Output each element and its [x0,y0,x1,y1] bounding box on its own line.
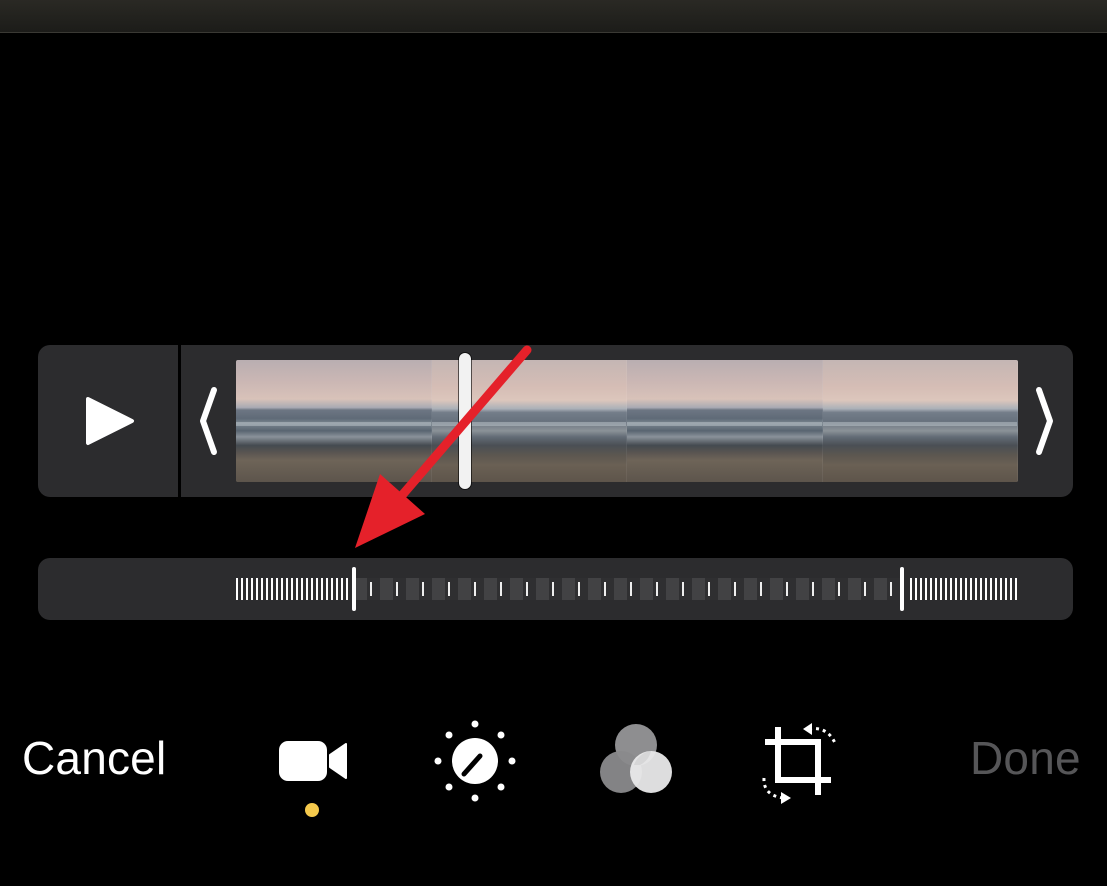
speed-tick [236,578,238,600]
slow-motion-end-handle[interactable] [900,567,904,611]
speed-tick [341,578,343,600]
speed-tick [604,582,606,596]
done-button[interactable]: Done [970,730,1081,786]
speed-tick [331,578,333,600]
speed-tick [370,582,372,596]
speed-tick [980,578,982,600]
speed-tick [930,578,932,600]
speed-tick [346,578,348,600]
speed-tick [396,582,398,596]
speed-tick [630,582,632,596]
speed-tick [578,582,580,596]
filmstrip-frame [627,360,823,482]
speed-tick [864,582,866,596]
speed-tick [734,582,736,596]
crop-rotate-icon [762,723,837,804]
speed-tick [286,578,288,600]
speed-tick [945,578,947,600]
filmstrip-frame [236,360,432,482]
speed-tick [241,578,243,600]
speed-tick [975,578,977,600]
speed-tick [326,578,328,600]
speed-tick [291,578,293,600]
tab-adjust[interactable] [432,718,518,804]
tab-crop[interactable] [757,718,843,804]
speed-track-band [354,578,900,600]
speed-tick [448,582,450,596]
speed-tick [940,578,942,600]
active-tool-indicator [305,803,319,817]
speed-tick [960,578,962,600]
play-button[interactable] [38,345,178,497]
speed-tick [812,582,814,596]
video-preview-edge [0,0,1107,33]
video-editor-screen: Cancel Done [0,0,1107,886]
speed-tick [316,578,318,600]
speed-tick [311,578,313,600]
speed-tick [256,578,258,600]
filters-circles-icon [600,724,672,793]
speed-tick [838,582,840,596]
speed-tick [935,578,937,600]
timeline-panel [38,345,1073,497]
speed-tick [925,578,927,600]
speed-tick [985,578,987,600]
speed-tick [526,582,528,596]
speed-tick [1005,578,1007,600]
speed-tick [990,578,992,600]
speed-tick [965,578,967,600]
speed-tick [301,578,303,600]
speed-tick [955,578,957,600]
chevron-left-icon [200,387,217,455]
speed-tick [246,578,248,600]
speed-tick [786,582,788,596]
tab-filters[interactable] [594,718,680,804]
slow-motion-start-handle[interactable] [352,567,356,611]
speed-tick [656,582,658,596]
speed-tick [1015,578,1017,600]
speed-tick [500,582,502,596]
speed-tick [915,578,917,600]
speed-tick [1000,578,1002,600]
speed-tick [910,578,912,600]
speed-tick [281,578,283,600]
speed-tick [995,578,997,600]
speed-tick [682,582,684,596]
speed-tick [552,582,554,596]
trim-left-handle[interactable] [195,385,221,457]
chevron-right-icon [1036,387,1053,455]
tab-video[interactable] [270,718,356,804]
filmstrip-frame [822,360,1018,482]
speed-tick [276,578,278,600]
speed-tick [474,582,476,596]
filmstrip[interactable] [236,360,1018,482]
panel-divider [178,345,181,497]
speed-tick [708,582,710,596]
speed-tick [336,578,338,600]
speed-tick [251,578,253,600]
trim-right-handle[interactable] [1032,385,1058,457]
speed-tick [266,578,268,600]
speed-tick [920,578,922,600]
playhead[interactable] [459,353,471,489]
adjust-dial-icon [434,720,516,802]
speed-tick [306,578,308,600]
speed-tick [1010,578,1012,600]
speed-track[interactable] [236,567,1020,611]
slow-motion-speed-bar[interactable] [38,558,1073,620]
speed-tick [422,582,424,596]
speed-tick [321,578,323,600]
speed-tick [970,578,972,600]
cancel-button[interactable]: Cancel [22,730,166,786]
video-camera-icon [279,741,347,781]
speed-tick [760,582,762,596]
speed-tick [261,578,263,600]
speed-tick [890,582,892,596]
speed-tick [296,578,298,600]
speed-tick [950,578,952,600]
speed-tick [271,578,273,600]
play-icon [86,397,134,445]
